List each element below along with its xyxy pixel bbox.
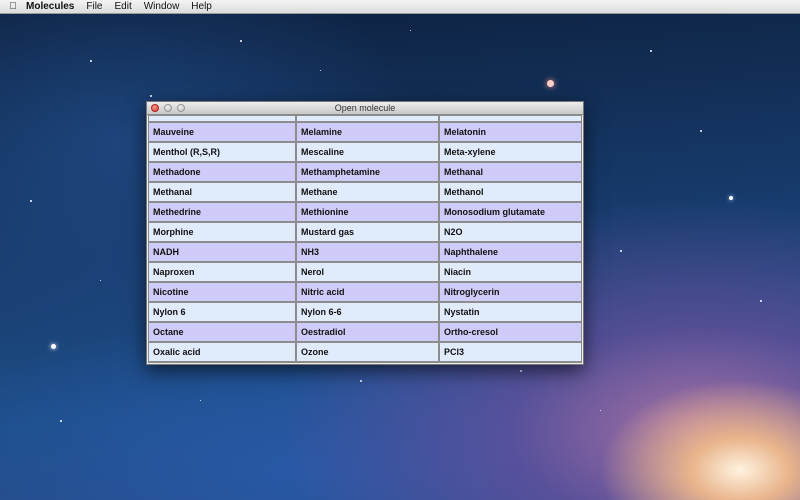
close-icon[interactable] (151, 104, 159, 112)
molecule-cell[interactable]: Methanol (439, 182, 582, 202)
star (700, 130, 702, 132)
star (100, 280, 101, 281)
star (90, 60, 92, 62)
menu-help[interactable]: Help (191, 1, 212, 12)
molecule-cell[interactable]: Meta-xylene (439, 142, 582, 162)
star (600, 410, 601, 411)
molecule-cell[interactable]: Ortho-cresol (439, 322, 582, 342)
molecule-cell[interactable]: Niacin (439, 262, 582, 282)
menu-app-name[interactable]: Molecules (26, 1, 74, 12)
molecule-cell[interactable]: Methadone (148, 162, 296, 182)
star (547, 80, 554, 87)
star (360, 380, 362, 382)
table-row: Morphine Mustard gas N2O (148, 222, 582, 242)
molecule-cell[interactable]: Oxalic acid (148, 342, 296, 362)
molecule-cell[interactable]: Methedrine (148, 202, 296, 222)
table-row: Methanal Methane Methanol (148, 182, 582, 202)
menu-file[interactable]: File (86, 1, 102, 12)
star (650, 50, 652, 52)
star (30, 200, 32, 202)
menu-bar:  Molecules File Edit Window Help (0, 0, 800, 14)
star (60, 420, 62, 422)
table-row (148, 115, 582, 122)
molecule-cell[interactable]: NADH (148, 242, 296, 262)
table-row: Oxalic acid Ozone PCl3 (148, 342, 582, 362)
molecule-cell[interactable]: Mauveine (148, 122, 296, 142)
molecule-cell[interactable]: PCl3 (439, 342, 582, 362)
molecule-cell[interactable]: Nitric acid (296, 282, 439, 302)
table-row: Nicotine Nitric acid Nitroglycerin (148, 282, 582, 302)
molecule-cell[interactable]: Menthol (R,S,R) (148, 142, 296, 162)
molecule-cell[interactable]: Methamphetamine (296, 162, 439, 182)
molecule-cell[interactable]: Nicotine (148, 282, 296, 302)
molecule-cell[interactable] (439, 362, 582, 363)
molecule-cell[interactable]: Methionine (296, 202, 439, 222)
molecule-cell[interactable]: Methanal (439, 162, 582, 182)
star (410, 30, 411, 31)
molecule-cell[interactable] (148, 115, 296, 122)
table-row: Methedrine Methionine Monosodium glutama… (148, 202, 582, 222)
desktop: { "menubar": { "apple_icon": "apple-logo… (0, 0, 800, 500)
molecule-cell[interactable] (296, 115, 439, 122)
star (620, 250, 622, 252)
molecule-cell[interactable] (148, 362, 296, 363)
star (729, 196, 733, 200)
molecule-cell[interactable]: Naphthalene (439, 242, 582, 262)
open-molecule-window: Open molecule Mauveine Melamine Melatoni… (146, 101, 584, 365)
window-titlebar[interactable]: Open molecule (147, 102, 583, 115)
molecule-cell[interactable]: Nitroglycerin (439, 282, 582, 302)
table-row: NADH NH3 Naphthalene (148, 242, 582, 262)
molecule-cell[interactable]: Nylon 6 (148, 302, 296, 322)
table-row: Mauveine Melamine Melatonin (148, 122, 582, 142)
table-row: Menthol (R,S,R) Mescaline Meta-xylene (148, 142, 582, 162)
star (200, 400, 201, 401)
molecule-cell[interactable]: Melamine (296, 122, 439, 142)
window-title: Open molecule (334, 103, 396, 113)
table-row: Octane Oestradiol Ortho-cresol (148, 322, 582, 342)
star (240, 40, 242, 42)
molecule-cell[interactable]: Naproxen (148, 262, 296, 282)
apple-logo-icon[interactable]:  (0, 1, 26, 12)
molecule-cell[interactable]: Nylon 6-6 (296, 302, 439, 322)
table-row (148, 362, 582, 363)
molecule-cell[interactable]: Melatonin (439, 122, 582, 142)
molecule-grid[interactable]: Mauveine Melamine Melatonin Menthol (R,S… (148, 115, 582, 363)
star (760, 300, 762, 302)
molecule-cell[interactable] (439, 115, 582, 122)
molecule-cell[interactable]: Morphine (148, 222, 296, 242)
molecule-cell[interactable]: Ozone (296, 342, 439, 362)
table-row: Methadone Methamphetamine Methanal (148, 162, 582, 182)
star (51, 344, 56, 349)
molecule-cell[interactable] (296, 362, 439, 363)
molecule-cell[interactable]: Methanal (148, 182, 296, 202)
molecule-cell[interactable]: Octane (148, 322, 296, 342)
star (320, 70, 321, 71)
molecule-cell[interactable]: Nystatin (439, 302, 582, 322)
zoom-icon[interactable] (177, 104, 185, 112)
star (150, 95, 152, 97)
molecule-cell[interactable]: Nerol (296, 262, 439, 282)
star (520, 370, 522, 372)
molecule-cell[interactable]: NH3 (296, 242, 439, 262)
molecule-cell[interactable]: N2O (439, 222, 582, 242)
table-row: Naproxen Nerol Niacin (148, 262, 582, 282)
molecule-cell[interactable]: Methane (296, 182, 439, 202)
minimize-icon[interactable] (164, 104, 172, 112)
menu-window[interactable]: Window (144, 1, 180, 12)
table-row: Nylon 6 Nylon 6-6 Nystatin (148, 302, 582, 322)
molecule-cell[interactable]: Mustard gas (296, 222, 439, 242)
molecule-cell[interactable]: Monosodium glutamate (439, 202, 582, 222)
molecule-cell[interactable]: Oestradiol (296, 322, 439, 342)
molecule-cell[interactable]: Mescaline (296, 142, 439, 162)
menu-edit[interactable]: Edit (114, 1, 131, 12)
